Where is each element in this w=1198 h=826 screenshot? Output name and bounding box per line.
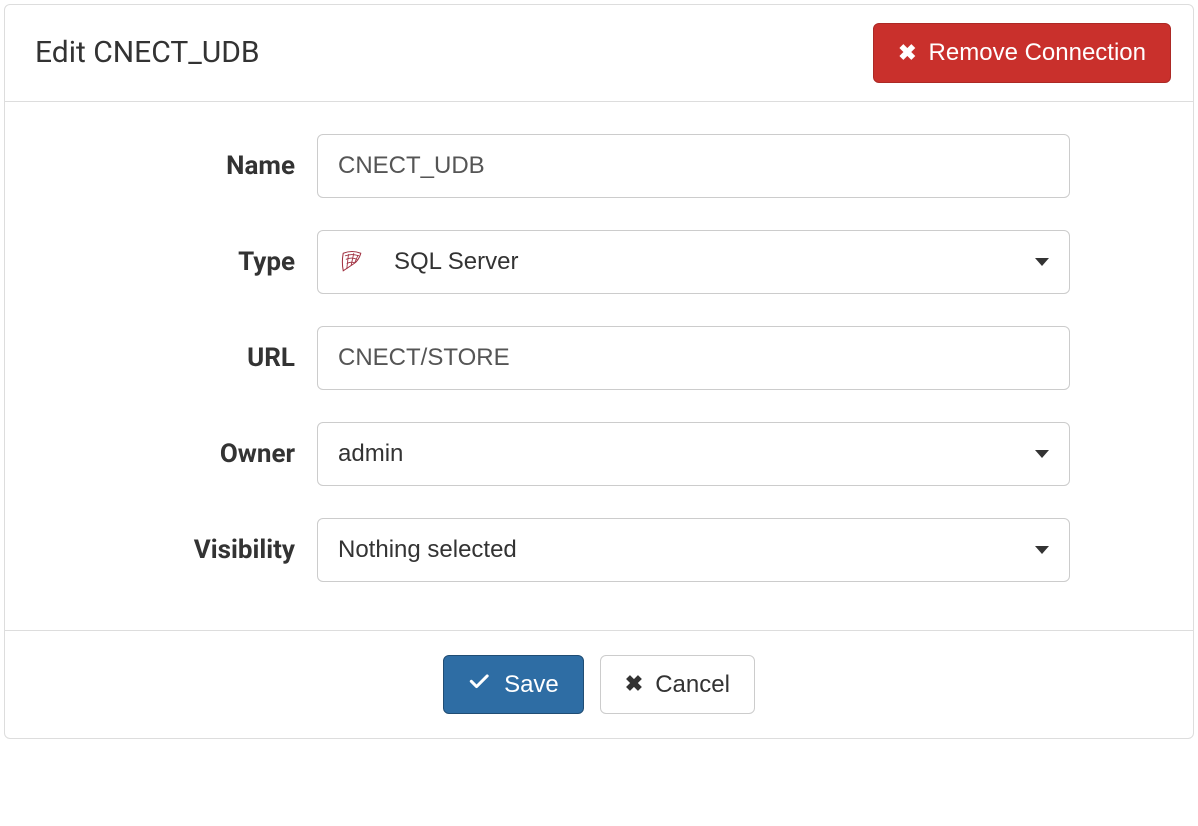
name-input[interactable] <box>317 134 1070 198</box>
form-row-url: URL <box>27 326 1171 390</box>
url-label: URL <box>27 343 317 373</box>
save-button[interactable]: Save <box>443 655 584 715</box>
form-row-type: Type SQL Server <box>27 230 1171 294</box>
type-label: Type <box>27 247 317 277</box>
panel-footer: Save ✖ Cancel <box>5 630 1193 739</box>
name-label: Name <box>27 151 317 181</box>
edit-connection-panel: Edit CNECT_UDB ✖ Remove Connection Name … <box>4 4 1194 739</box>
page-title: Edit CNECT_UDB <box>35 35 260 70</box>
form-row-owner: Owner admin <box>27 422 1171 486</box>
close-icon: ✖ <box>625 673 643 695</box>
cancel-label: Cancel <box>655 668 730 702</box>
save-label: Save <box>504 668 559 702</box>
remove-connection-label: Remove Connection <box>929 36 1146 70</box>
visibility-value: Nothing selected <box>338 536 517 564</box>
visibility-select[interactable]: Nothing selected <box>317 518 1070 582</box>
chevron-down-icon <box>1035 450 1049 458</box>
type-value: SQL Server <box>394 248 519 276</box>
close-icon: ✖ <box>898 42 916 64</box>
panel-header: Edit CNECT_UDB ✖ Remove Connection <box>5 5 1193 102</box>
form-row-name: Name <box>27 134 1171 198</box>
sqlserver-icon <box>338 248 366 276</box>
panel-body: Name Type <box>5 102 1193 630</box>
chevron-down-icon <box>1035 546 1049 554</box>
cancel-button[interactable]: ✖ Cancel <box>600 655 755 715</box>
visibility-label: Visibility <box>27 535 317 565</box>
type-select[interactable]: SQL Server <box>317 230 1070 294</box>
form-row-visibility: Visibility Nothing selected <box>27 518 1171 582</box>
owner-label: Owner <box>27 439 317 469</box>
owner-select[interactable]: admin <box>317 422 1070 486</box>
chevron-down-icon <box>1035 258 1049 266</box>
owner-value: admin <box>338 440 403 468</box>
url-input[interactable] <box>317 326 1070 390</box>
check-icon <box>468 672 492 696</box>
remove-connection-button[interactable]: ✖ Remove Connection <box>873 23 1171 83</box>
